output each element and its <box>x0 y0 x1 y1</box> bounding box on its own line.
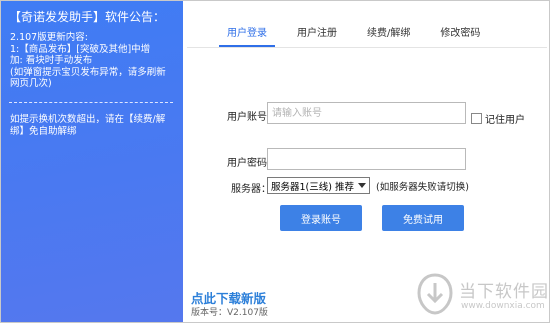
remember-user-checkbox[interactable] <box>471 113 482 124</box>
free-trial-button[interactable]: 免费试用 <box>382 205 464 231</box>
tab-bar: 用户登录 用户注册 续费/解绑 修改密码 <box>219 25 510 47</box>
login-button[interactable]: 登录账号 <box>280 205 362 231</box>
tab-renew-unbind[interactable]: 续费/解绑 <box>367 25 410 47</box>
notice-divider <box>9 102 173 103</box>
server-select[interactable]: 服务器1(三线) 推荐 <box>267 177 370 194</box>
server-select-value: 服务器1(三线) 推荐 <box>271 181 354 193</box>
chevron-down-icon <box>355 178 369 193</box>
account-input[interactable] <box>267 102 466 124</box>
watermark-title: 当下软件园 <box>459 282 549 302</box>
watermark-logo-icon <box>417 273 453 315</box>
login-window: 【奇诺发发助手】软件公告： 2.107版更新内容: 1:【商品发布】[突破及其他… <box>0 0 550 323</box>
tabs-divider <box>187 47 547 48</box>
notice-body: 2.107版更新内容: 1:【商品发布】[突破及其他]中增 加: 看块时手动发布… <box>10 32 166 89</box>
remember-user-label: 记住用户 <box>485 115 525 126</box>
server-hint: (如服务器失败请切换) <box>376 182 469 193</box>
server-label: 服务器： <box>231 184 271 195</box>
notice-hint: 如提示换机次数超出，请在【续费/解 绑】免自助解绑 <box>10 114 166 137</box>
watermark-url: www.downxia.com <box>461 301 545 311</box>
tab-change-password[interactable]: 修改密码 <box>440 25 480 47</box>
tab-register[interactable]: 用户注册 <box>297 25 337 47</box>
tab-login[interactable]: 用户登录 <box>219 25 275 47</box>
password-input[interactable] <box>267 148 466 170</box>
notice-panel: 【奇诺发发助手】软件公告： 2.107版更新内容: 1:【商品发布】[突破及其他… <box>1 1 183 322</box>
watermark: 当下软件园 www.downxia.com <box>413 269 549 321</box>
remember-user-toggle[interactable]: 记住用户 <box>471 111 525 126</box>
version-label: 版本号：V2.107版 <box>191 308 268 318</box>
notice-title: 【奇诺发发助手】软件公告： <box>9 10 166 24</box>
